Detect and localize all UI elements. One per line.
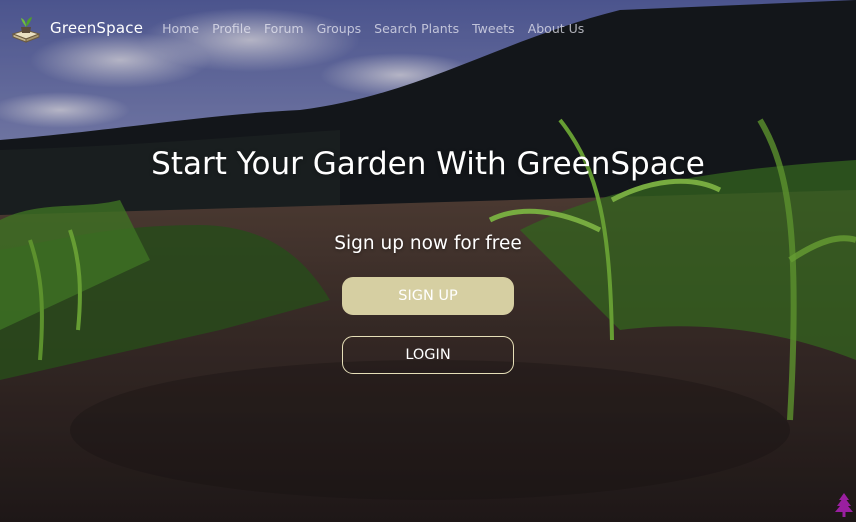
hero-title: Start Your Garden With GreenSpace: [151, 146, 705, 182]
hero-subtitle: Sign up now for free: [334, 233, 522, 254]
nav-about-us[interactable]: About Us: [528, 21, 585, 36]
nav-search-plants[interactable]: Search Plants: [374, 21, 459, 36]
nav-home[interactable]: Home: [162, 21, 199, 36]
login-button[interactable]: LOGIN: [342, 336, 514, 374]
nav-forum[interactable]: Forum: [264, 21, 304, 36]
hero-dim-overlay: [0, 0, 856, 522]
plant-pot-book-icon: [11, 17, 41, 43]
brand[interactable]: GreenSpace: [10, 12, 143, 44]
brand-name: GreenSpace: [50, 19, 144, 37]
top-navbar: GreenSpace Home Profile Forum Groups Sea…: [0, 0, 856, 56]
tree-icon[interactable]: [834, 492, 854, 518]
nav-tweets[interactable]: Tweets: [472, 21, 515, 36]
signup-button[interactable]: SIGN UP: [342, 277, 514, 315]
nav-links: Home Profile Forum Groups Search Plants …: [162, 21, 597, 36]
nav-groups[interactable]: Groups: [317, 21, 362, 36]
nav-profile[interactable]: Profile: [212, 21, 251, 36]
